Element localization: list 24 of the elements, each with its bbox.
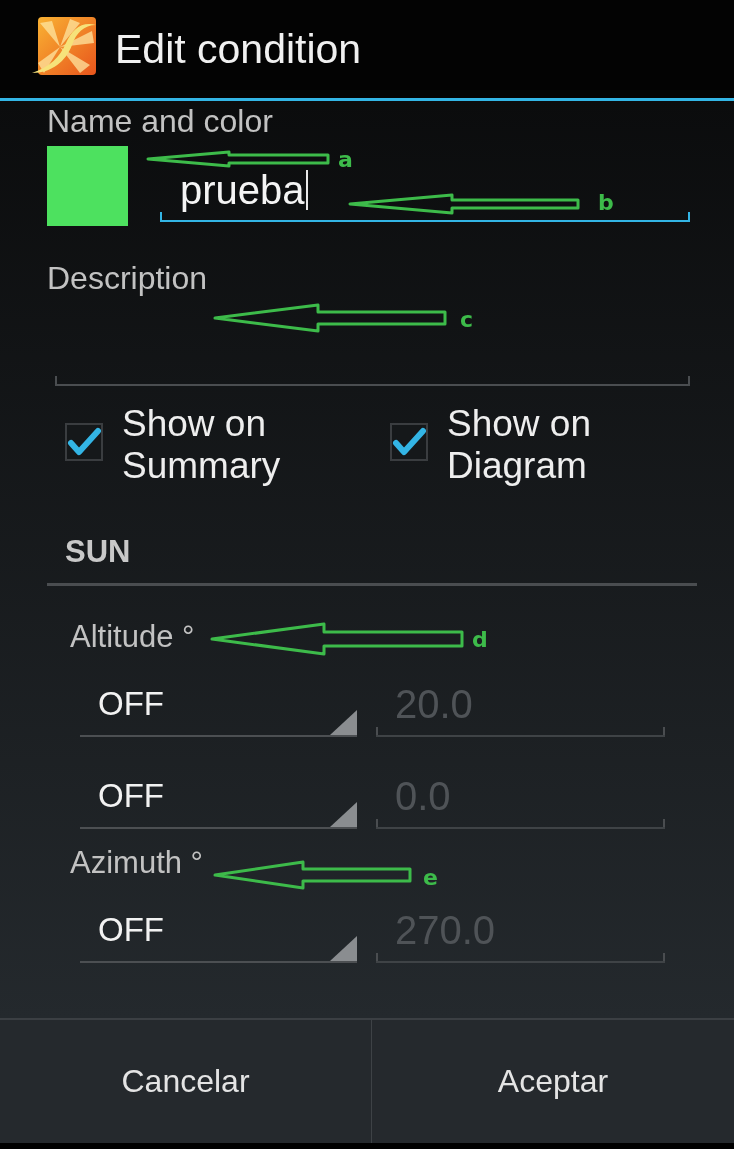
dropdown-triangle-icon: [330, 802, 357, 827]
dropdown-triangle-icon: [330, 710, 357, 735]
dialog-button[interactable]: Aceptar: [371, 1020, 734, 1143]
annotation-letter: c: [460, 308, 474, 332]
checkmark-icon: [392, 427, 426, 457]
group-label: Azimuth °: [70, 847, 203, 879]
dialog-button[interactable]: Cancelar: [0, 1020, 371, 1143]
window-title: Edit condition: [115, 25, 362, 73]
checkbox[interactable]: [65, 423, 103, 461]
checkbox-label[interactable]: Show on Summary: [122, 403, 322, 487]
text-cursor-icon: [305, 170, 308, 210]
annotation-letter: b: [598, 191, 614, 215]
section-heading: SUN: [65, 536, 131, 568]
field-label: Name and color: [47, 105, 273, 137]
checkbox[interactable]: [390, 423, 428, 461]
annotation-letter: e: [423, 866, 438, 890]
checkbox-label[interactable]: Show on Diagram: [447, 403, 647, 487]
color-swatch-icon[interactable]: [47, 146, 128, 226]
field-label: Description: [47, 262, 208, 294]
group-label: Altitude °: [70, 621, 195, 653]
annotation-letter: d: [472, 628, 488, 652]
name-text: prueba: [180, 167, 305, 213]
checkmark-icon: [67, 427, 101, 457]
dropdown-triangle-icon: [330, 936, 357, 961]
